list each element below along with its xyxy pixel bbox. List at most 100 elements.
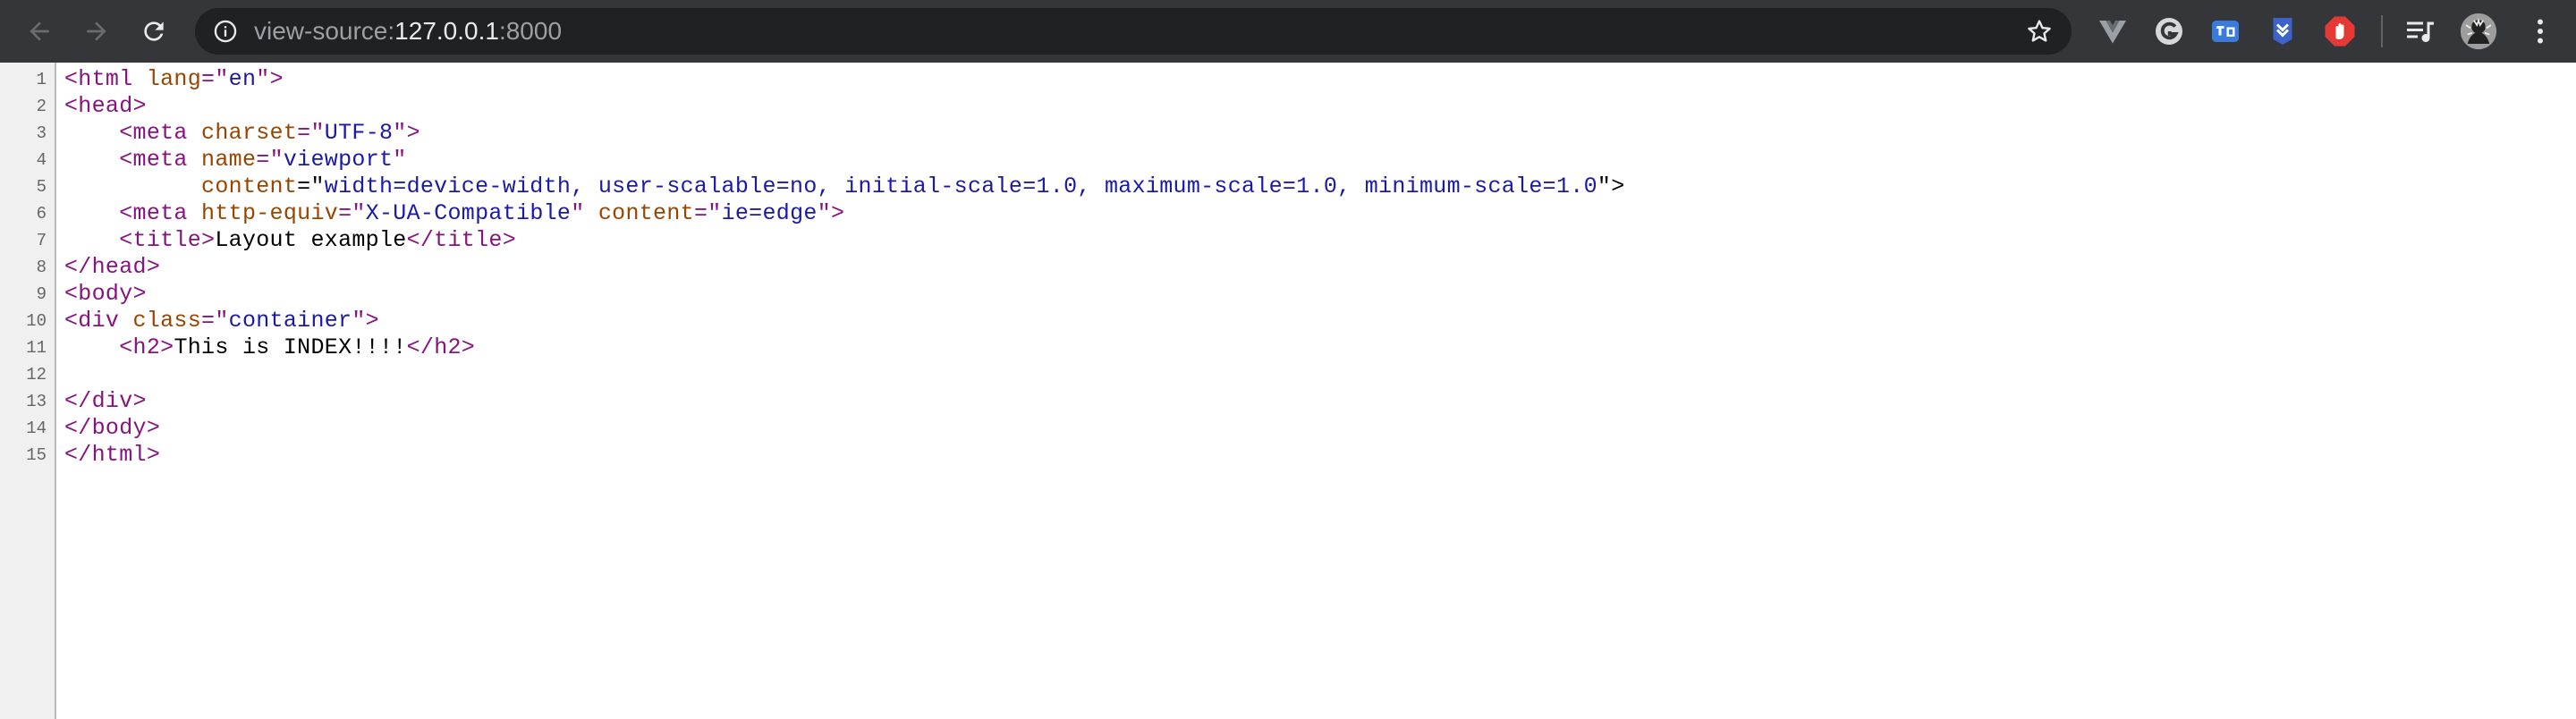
- menu-button[interactable]: [2524, 15, 2556, 47]
- source-line: 4 <meta name="viewport": [0, 147, 2576, 173]
- source-line: 12: [0, 361, 2576, 388]
- attribute-value-token: container: [228, 308, 352, 334]
- media-queue-icon: [2407, 21, 2434, 43]
- line-number: 14: [26, 419, 47, 438]
- html-tag-token: </body>: [64, 415, 161, 441]
- vue-devtools-extension[interactable]: [2097, 15, 2129, 47]
- line-code: </body>: [64, 415, 160, 442]
- profile-avatar-icon: [2460, 13, 2497, 50]
- html-tag-token: ": [571, 200, 598, 226]
- url-text[interactable]: view-source:127.0.0.1:8000: [254, 8, 562, 55]
- html-tag-token: =": [201, 308, 229, 334]
- source-line: 10 <div class="container">: [0, 308, 2576, 334]
- line-code: <div class="container">: [64, 308, 379, 334]
- html-tag-token: </div>: [64, 388, 147, 414]
- star-icon[interactable]: [2025, 17, 2054, 46]
- html-tag-token: =": [201, 66, 229, 92]
- info-icon[interactable]: [213, 19, 238, 44]
- html-tag-token: ">: [393, 120, 420, 146]
- url-host: 127.0.0.1: [394, 17, 499, 45]
- media-queue-button[interactable]: [2404, 15, 2436, 47]
- html-tag-token: =": [338, 200, 366, 226]
- source-line: 6 <meta http-equiv="X-UA-Compatible" con…: [0, 200, 2576, 227]
- line-code: <meta name="viewport": [64, 147, 407, 173]
- line-code: </head>: [64, 254, 160, 281]
- line-number: 1: [36, 70, 47, 89]
- html-tag-token: </h2>: [406, 334, 476, 360]
- forward-button[interactable]: [79, 13, 114, 49]
- line-code: <head>: [64, 93, 147, 120]
- line-code: <meta http-equiv="X-UA-Compatible" conte…: [64, 200, 844, 227]
- html-tag-token: ": [393, 147, 407, 173]
- back-button[interactable]: [21, 13, 57, 49]
- line-number: 2: [36, 97, 47, 116]
- line-number: 13: [26, 392, 47, 411]
- html-tag-token: =": [256, 147, 284, 173]
- html-tag-token: <meta: [119, 200, 202, 226]
- text-token: =": [297, 173, 325, 199]
- translate-extension[interactable]: [2209, 15, 2241, 47]
- html-tag-token: <meta: [119, 147, 202, 173]
- source-code-view: 1 <html lang="en"> 2 <head> 3 <meta charset=…: [0, 66, 2576, 469]
- html-tag-token: </head>: [64, 254, 161, 280]
- html-tag-token: </title>: [406, 227, 516, 253]
- profile-avatar[interactable]: [2460, 13, 2497, 50]
- attribute-value-token: UTF-8: [324, 120, 394, 146]
- attribute-name-token: content: [597, 200, 694, 226]
- save-extension[interactable]: [2267, 15, 2299, 47]
- text-token: This is INDEX!!!!: [174, 334, 407, 360]
- attribute-name-token: charset: [201, 120, 298, 146]
- line-number: 7: [36, 231, 47, 250]
- attribute-name-token: class: [132, 308, 202, 334]
- html-tag-token: <h2>: [119, 334, 174, 360]
- line-code: </div>: [64, 388, 147, 415]
- line-code: <meta charset="UTF-8">: [64, 120, 420, 147]
- line-number: 8: [36, 258, 47, 277]
- html-tag-token: <meta: [119, 120, 202, 146]
- reload-icon: [144, 21, 164, 41]
- html-tag-token: </html>: [64, 442, 161, 468]
- text-token: ">: [1597, 173, 1625, 199]
- line-number: 11: [26, 338, 47, 358]
- browser-toolbar: view-source:127.0.0.1:8000: [0, 0, 2576, 63]
- line-number: 9: [36, 284, 47, 304]
- menu-kebab-icon: [2538, 19, 2543, 44]
- source-line: 1 <html lang="en">: [0, 66, 2576, 93]
- source-line: 9 <body>: [0, 281, 2576, 308]
- source-line: 13 </div>: [0, 388, 2576, 415]
- attribute-name-token: content: [201, 173, 298, 199]
- line-number: 15: [26, 445, 47, 465]
- line-number: 12: [26, 365, 47, 385]
- adblock-extension[interactable]: [2324, 15, 2356, 47]
- line-code: <body>: [64, 281, 147, 308]
- source-line: 15 </html>: [0, 442, 2576, 469]
- source-line: 11 <h2>This is INDEX!!!!</h2>: [0, 334, 2576, 361]
- html-tag-token: ">: [817, 200, 845, 226]
- attribute-name-token: lang: [146, 66, 202, 92]
- source-line: 2 <head>: [0, 93, 2576, 120]
- attribute-name-token: name: [201, 147, 257, 173]
- text-token: Layout example: [215, 227, 407, 253]
- html-tag-token: ">: [352, 308, 379, 334]
- attribute-value-token: X-UA-Compatible: [365, 200, 572, 226]
- forward-arrow-icon: [87, 21, 106, 41]
- address-bar[interactable]: view-source:127.0.0.1:8000: [195, 8, 2072, 55]
- grammar-extension[interactable]: [2153, 15, 2185, 47]
- line-number: 4: [36, 150, 47, 170]
- reload-button[interactable]: [136, 13, 172, 49]
- line-code: <html lang="en">: [64, 66, 284, 93]
- html-tag-token: <div: [64, 308, 133, 334]
- line-code: <h2>This is INDEX!!!!</h2>: [64, 334, 475, 361]
- toolbar-separator: [2381, 15, 2383, 47]
- url-port: :8000: [498, 17, 563, 45]
- source-line: 8 </head>: [0, 254, 2576, 281]
- attribute-value-token: ie=edge: [721, 200, 818, 226]
- url-scheme: view-source:: [254, 17, 395, 45]
- adblock-extension-icon: [2325, 16, 2355, 47]
- source-line: 7 <title>Layout example</title>: [0, 227, 2576, 254]
- source-line: 5 content="width=device-width, user-scal…: [0, 173, 2576, 200]
- line-code: </html>: [64, 442, 160, 469]
